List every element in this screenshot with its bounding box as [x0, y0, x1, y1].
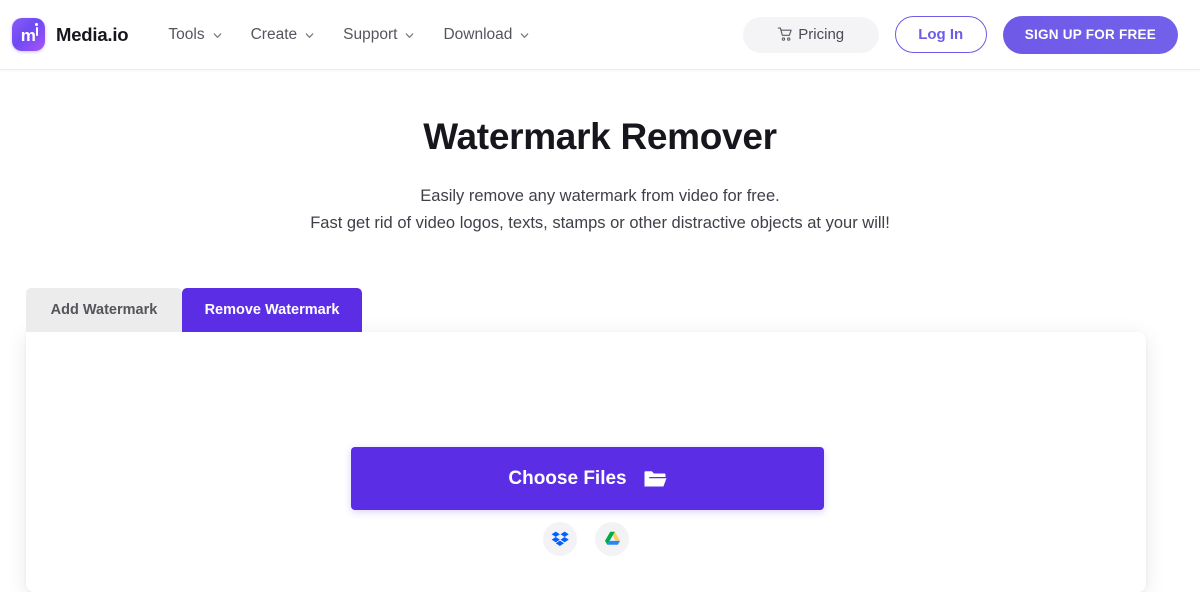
login-button[interactable]: Log In	[894, 16, 987, 53]
choose-files-label: Choose Files	[508, 467, 627, 489]
folder-open-icon	[644, 470, 667, 486]
subtitle-line-2: Fast get rid of video logos, texts, stam…	[310, 213, 890, 232]
google-drive-icon	[604, 531, 620, 545]
pricing-button[interactable]: Pricing	[742, 16, 879, 53]
nav-item-label: Support	[343, 25, 398, 43]
page-title: Watermark Remover	[423, 116, 777, 157]
chevron-down-icon	[521, 32, 529, 38]
hero-section: Watermark Remover Easily remove any wate…	[0, 70, 1200, 236]
cloud-import-row	[26, 522, 1146, 556]
brand-logo-link[interactable]: m Media.io	[12, 18, 129, 51]
subtitle-line-1: Easily remove any watermark from video f…	[420, 186, 780, 205]
nav-item-download[interactable]: Download	[429, 18, 544, 52]
upload-dropzone-card[interactable]: Choose Files	[26, 332, 1146, 592]
signup-button[interactable]: SIGN UP FOR FREE	[1002, 15, 1178, 54]
nav-item-tools[interactable]: Tools	[154, 18, 236, 52]
nav-item-label: Download	[443, 25, 513, 43]
nav-item-support[interactable]: Support	[329, 18, 429, 52]
tab-remove-watermark[interactable]: Remove Watermark	[182, 288, 362, 332]
nav-item-create[interactable]: Create	[237, 18, 330, 52]
logo-letter-i-stem	[35, 27, 38, 36]
choose-files-button[interactable]: Choose Files	[351, 447, 824, 510]
site-header: m Media.io Tools Create Support Download…	[0, 0, 1200, 70]
nav-item-label: Tools	[168, 25, 205, 43]
logo-letter-i-dot	[35, 23, 38, 26]
media-io-logo-icon: m	[12, 18, 45, 51]
chevron-down-icon	[305, 32, 314, 38]
shopping-cart-icon	[778, 27, 792, 41]
chevron-down-icon	[213, 32, 221, 38]
pricing-button-label: Pricing	[798, 26, 845, 43]
google-drive-import-button[interactable]	[595, 522, 629, 556]
watermark-mode-tabs: Add Watermark Remove Watermark	[26, 288, 362, 332]
brand-name: Media.io	[56, 23, 129, 45]
dropbox-icon	[551, 531, 569, 546]
nav-item-label: Create	[250, 25, 298, 43]
logo-letter-m: m	[20, 25, 36, 45]
main-navigation: Tools Create Support Download	[154, 18, 544, 52]
chevron-down-icon	[406, 32, 414, 38]
header-actions: Pricing Log In SIGN UP FOR FREE	[742, 15, 1178, 54]
page-subtitle: Easily remove any watermark from video f…	[0, 183, 1200, 237]
dropbox-import-button[interactable]	[543, 522, 577, 556]
tab-add-watermark[interactable]: Add Watermark	[26, 288, 182, 332]
